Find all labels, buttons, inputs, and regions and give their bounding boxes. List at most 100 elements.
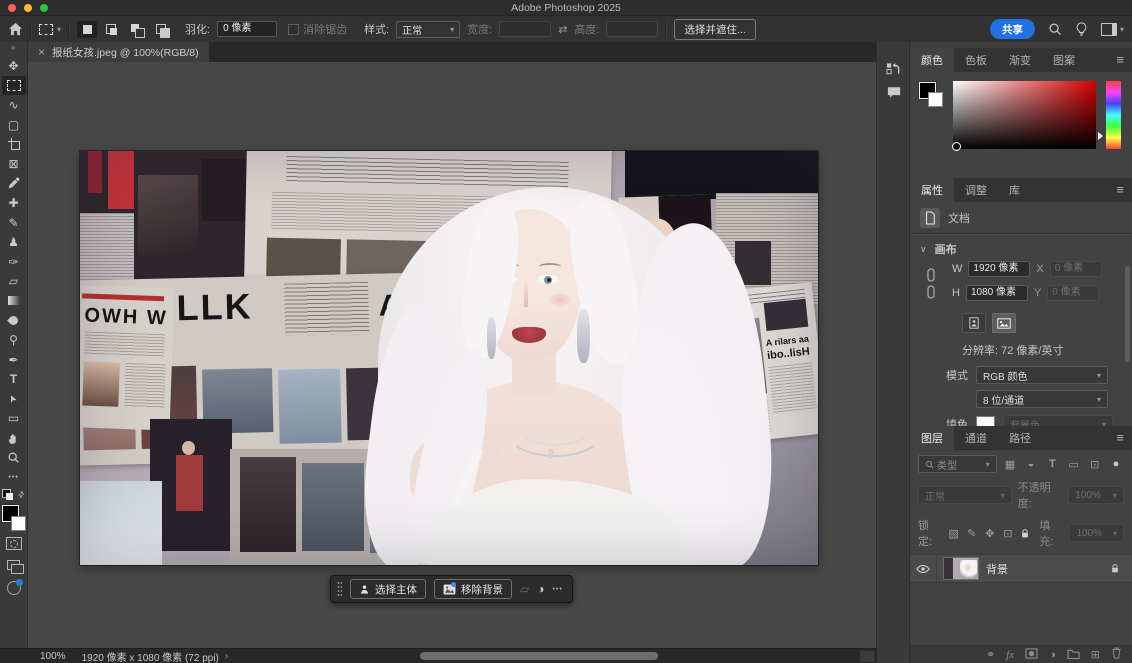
screen-mode-button[interactable] [2,554,26,576]
move-tool[interactable]: ✥ [2,56,26,76]
new-group-icon[interactable] [1067,648,1080,662]
layer-filter-select[interactable]: 类型 ▾ [918,455,997,473]
frame-tool[interactable]: ⊠ [2,154,26,174]
lock-position-icon[interactable]: ✥ [984,527,995,540]
color-mode-select[interactable]: RGB 颜色 ▾ [976,366,1108,384]
blend-mode-select[interactable]: 正常 ▾ [918,486,1012,504]
history-panel-icon[interactable] [886,62,901,80]
close-tab-icon[interactable]: × [38,46,45,58]
filter-type-layers-icon[interactable]: T [1044,458,1060,470]
collapse-toolbar-button[interactable]: » [11,43,16,54]
layer-style-fx-icon[interactable]: fx [1006,649,1014,661]
hand-tool[interactable] [2,428,26,448]
new-selection-button[interactable] [77,21,97,38]
layer-visibility-toggle[interactable] [910,555,937,582]
zoom-level-field[interactable]: 100% [40,651,66,662]
default-swap-colors[interactable]: ⇄ [2,487,26,502]
tab-properties[interactable]: 属性 [910,178,954,202]
properties-scrollbar-thumb[interactable] [1125,266,1130,362]
style-select[interactable]: 正常 ▾ [396,21,460,38]
swap-dimensions-icon[interactable]: ⇄ [558,23,567,36]
rectangular-marquee-tool[interactable] [2,76,26,96]
landscape-orientation-button[interactable] [992,313,1016,333]
lock-paint-icon[interactable]: ✎ [966,527,977,540]
history-brush-tool[interactable]: ✑ [2,252,26,272]
feather-input[interactable]: 0 像素 [217,21,277,37]
share-button[interactable]: 共享 [990,19,1035,39]
tab-channels[interactable]: 通道 [954,426,998,450]
shape-tool[interactable]: ▭ [2,409,26,429]
object-selection-tool[interactable]: ▢ [2,115,26,135]
filter-smart-objects-icon[interactable]: ⊡ [1087,458,1103,471]
taskbar-more-icon[interactable]: ••• [552,586,562,593]
status-chevron-icon[interactable]: › [225,651,228,662]
layer-name[interactable]: 背景 [986,561,1008,577]
panel-fg-bg-swatches[interactable] [919,82,945,108]
layer-lock-icon[interactable] [1110,563,1120,574]
workspace-switcher[interactable]: ▾ [1101,23,1124,36]
canvas-width-input[interactable]: 1920 像素 [968,261,1030,277]
filter-shape-layers-icon[interactable]: ▭ [1065,458,1081,471]
discover-lightbulb-icon[interactable] [1075,22,1088,36]
panel-menu-icon[interactable]: ≡ [1116,52,1124,67]
new-adjustment-layer-icon[interactable]: ◑ [1049,649,1056,661]
bit-depth-select[interactable]: 8 位/通道 ▾ [976,390,1108,408]
add-selection-button[interactable] [102,21,122,38]
canvas-height-input[interactable]: 1080 像素 [966,285,1028,301]
filter-toggle-icon[interactable]: ● [1108,458,1124,470]
lasso-tool[interactable]: ∿ [2,95,26,115]
taskbar-drag-handle[interactable] [337,581,342,597]
document-tab[interactable]: × 报纸女孩.jpeg @ 100%(RGB/8) [28,42,209,62]
panel-menu-icon[interactable]: ≡ [1116,182,1124,197]
zoom-tool[interactable] [2,448,26,468]
tab-patterns[interactable]: 图案 [1042,48,1086,72]
adjustments-icon[interactable]: ◑ [537,582,544,596]
subtract-selection-button[interactable] [127,21,147,38]
antialias-checkbox[interactable] [288,24,299,35]
quick-mask-button[interactable] [2,534,26,554]
brush-tool[interactable]: ✎ [2,213,26,233]
tab-layers[interactable]: 图层 [910,426,954,450]
foreground-background-colors[interactable] [1,505,27,531]
canvas-area[interactable]: WLLK ABL BF/AEI OWH W [28,62,876,648]
color-picker-ring[interactable] [952,142,961,151]
search-icon[interactable] [1048,22,1062,36]
home-button[interactable] [8,22,23,36]
remove-background-button[interactable]: 移除背景 [434,579,512,599]
eyedropper-tool[interactable] [2,174,26,194]
hue-marker-icon[interactable] [1098,132,1103,140]
delete-layer-icon[interactable] [1111,647,1122,662]
link-dimensions-icon[interactable] [926,267,936,301]
pen-tool[interactable]: ✒ [2,350,26,370]
active-tool-preset[interactable]: ▾ [39,24,61,35]
lock-transparency-icon[interactable]: ▨ [948,527,959,540]
filter-pixel-layers-icon[interactable]: ▦ [1002,458,1018,471]
section-collapse-icon[interactable]: ∨ [920,244,927,255]
opacity-field[interactable]: 100% ▾ [1068,486,1124,504]
filter-adjustment-layers-icon[interactable]: ◒ [1023,458,1039,470]
path-selection-tool[interactable]: ➤ [2,389,26,409]
tab-gradients[interactable]: 渐变 [998,48,1042,72]
new-layer-icon[interactable]: ⊞ [1091,648,1100,661]
panel-menu-icon[interactable]: ≡ [1116,430,1124,445]
tab-adjustments[interactable]: 调整 [954,178,998,202]
clone-stamp-tool[interactable]: ♟ [2,232,26,252]
select-and-mask-button[interactable]: 选择并遮住... [674,19,755,40]
tab-libraries[interactable]: 库 [998,178,1031,202]
edit-toolbar-button[interactable]: ••• [2,467,26,487]
add-mask-icon[interactable] [1025,648,1038,662]
layer-row-background[interactable]: 背景 [910,554,1132,583]
layer-thumbnail[interactable] [944,558,978,579]
type-tool[interactable]: T [2,370,26,390]
tab-paths[interactable]: 路径 [998,426,1042,450]
gradient-tool[interactable] [2,291,26,311]
intersect-selection-button[interactable] [152,21,172,38]
color-field[interactable] [953,81,1096,149]
select-subject-button[interactable]: 选择主体 [350,579,426,599]
panel-background-swatch[interactable] [928,92,943,107]
tab-swatches[interactable]: 色板 [954,48,998,72]
share-document-button[interactable] [2,576,26,600]
comments-panel-icon[interactable] [887,86,901,102]
lock-all-icon[interactable] [1020,528,1030,539]
spot-healing-tool[interactable]: ✚ [2,193,26,213]
